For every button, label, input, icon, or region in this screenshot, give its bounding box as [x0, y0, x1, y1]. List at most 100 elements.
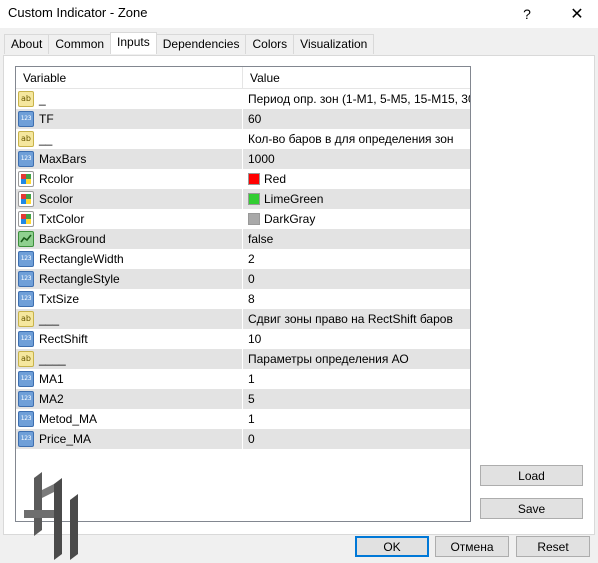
value-cell[interactable]: Сдвиг зоны право на RectShift баров: [243, 309, 470, 329]
table-row[interactable]: Rcolor Red: [16, 169, 470, 189]
variable-name: MA1: [39, 372, 64, 386]
variable-name: RectangleWidth: [39, 252, 124, 266]
tab-dependencies[interactable]: Dependencies: [155, 34, 247, 54]
watermark-logo-icon: [24, 472, 78, 560]
reset-button[interactable]: Reset: [516, 536, 590, 557]
variable-cell: 123 TxtSize: [16, 289, 243, 309]
tab-common[interactable]: Common: [48, 34, 112, 54]
cancel-button[interactable]: Отмена: [435, 536, 509, 557]
table-row[interactable]: 123 RectangleWidth 2: [16, 249, 470, 269]
value-cell[interactable]: 8: [243, 289, 470, 309]
grid-rows: ab _ Период опр. зон (1-M1, 5-M5, 15-M15, …: [16, 89, 470, 449]
value-cell[interactable]: Кол-во баров в для определения зон: [243, 129, 470, 149]
table-row[interactable]: ab __ Кол-во баров в для определения зон: [16, 129, 470, 149]
inputs-grid[interactable]: Variable Value ab _ Период опр. зон (1-M1,…: [15, 66, 471, 522]
value-cell[interactable]: DarkGray: [243, 209, 470, 229]
variable-cell: 123 MA1: [16, 369, 243, 389]
variable-cell: ab ___: [16, 309, 243, 329]
help-button[interactable]: ?: [513, 0, 541, 28]
value-cell[interactable]: Red: [243, 169, 470, 189]
integer-type-icon: 123: [18, 151, 34, 167]
variable-value: 1: [248, 412, 255, 426]
variable-cell: ab _: [16, 89, 243, 109]
value-cell[interactable]: 0: [243, 429, 470, 449]
load-button[interactable]: Load: [480, 465, 583, 486]
value-cell[interactable]: Период опр. зон (1-M1, 5-M5, 15-M15, 30-…: [243, 89, 470, 109]
variable-name: RectShift: [39, 332, 88, 346]
save-button[interactable]: Save: [480, 498, 583, 519]
table-row[interactable]: ab ___ Сдвиг зоны право на RectShift баров: [16, 309, 470, 329]
variable-cell: ab __: [16, 129, 243, 149]
value-cell[interactable]: false: [243, 229, 470, 249]
tab-colors[interactable]: Colors: [245, 34, 295, 54]
value-cell[interactable]: 10: [243, 329, 470, 349]
table-row[interactable]: 123 TxtSize 8: [16, 289, 470, 309]
color-swatch: [248, 213, 260, 225]
table-row[interactable]: 123 Metod_MA 1: [16, 409, 470, 429]
variable-name: Metod_MA: [39, 412, 98, 426]
value-cell[interactable]: 2: [243, 249, 470, 269]
table-row[interactable]: TxtColor DarkGray: [16, 209, 470, 229]
integer-type-icon: 123: [18, 291, 34, 307]
variable-value: Red: [264, 172, 287, 186]
variable-name: Rcolor: [39, 172, 74, 186]
boolean-type-icon: [18, 231, 34, 247]
table-row[interactable]: ab ____ Параметры определения АО: [16, 349, 470, 369]
integer-type-icon: 123: [18, 111, 34, 127]
value-cell[interactable]: Параметры определения АО: [243, 349, 470, 369]
table-row[interactable]: 123 RectangleStyle 0: [16, 269, 470, 289]
table-row[interactable]: 123 MA2 5: [16, 389, 470, 409]
color-swatch: [248, 193, 260, 205]
value-cell[interactable]: 5: [243, 389, 470, 409]
variable-cell: 123 Metod_MA: [16, 409, 243, 429]
table-row[interactable]: ab _ Период опр. зон (1-M1, 5-M5, 15-M15, …: [16, 89, 470, 109]
variable-value: 1000: [248, 152, 275, 166]
tab-inputs[interactable]: Inputs: [110, 32, 157, 54]
variable-name: MA2: [39, 392, 64, 406]
variable-name: RectangleStyle: [39, 272, 120, 286]
table-row[interactable]: 123 Price_MA 0: [16, 429, 470, 449]
table-row[interactable]: 123 TF 60: [16, 109, 470, 129]
variable-cell: 123 RectangleWidth: [16, 249, 243, 269]
value-cell[interactable]: 1: [243, 409, 470, 429]
value-cell[interactable]: 60: [243, 109, 470, 129]
variable-name: Price_MA: [39, 432, 92, 446]
table-row[interactable]: Scolor LimeGreen: [16, 189, 470, 209]
integer-type-icon: 123: [18, 391, 34, 407]
variable-value: 0: [248, 432, 255, 446]
variable-name: TxtColor: [39, 212, 85, 226]
value-cell[interactable]: LimeGreen: [243, 189, 470, 209]
variable-cell: Scolor: [16, 189, 243, 209]
window-title: Custom Indicator - Zone: [8, 5, 148, 20]
string-type-icon: ab: [18, 311, 34, 327]
variable-cell: BackGround: [16, 229, 243, 249]
table-row[interactable]: 123 RectShift 10: [16, 329, 470, 349]
variable-value: Кол-во баров в для определения зон: [248, 132, 454, 146]
variable-value: DarkGray: [264, 212, 316, 226]
variable-name: TxtSize: [39, 292, 80, 306]
grid-header: Variable Value: [16, 67, 470, 89]
column-header-value[interactable]: Value: [243, 67, 470, 88]
variable-name: BackGround: [39, 232, 106, 246]
variable-cell: 123 TF: [16, 109, 243, 129]
tab-strip: About Common Inputs Dependencies Colors Visua…: [4, 32, 375, 54]
tab-visualization[interactable]: Visualization: [293, 34, 375, 54]
value-cell[interactable]: 1000: [243, 149, 470, 169]
value-cell[interactable]: 0: [243, 269, 470, 289]
color-swatch: [248, 173, 260, 185]
close-button[interactable]: ✕: [560, 0, 594, 28]
variable-name: MaxBars: [39, 152, 87, 166]
tab-about[interactable]: About: [4, 34, 50, 54]
table-row[interactable]: 123 MaxBars 1000: [16, 149, 470, 169]
ok-button[interactable]: OK: [355, 536, 429, 557]
column-header-variable[interactable]: Variable: [16, 67, 243, 88]
variable-cell: 123 Price_MA: [16, 429, 243, 449]
value-cell[interactable]: 1: [243, 369, 470, 389]
integer-type-icon: 123: [18, 251, 34, 267]
string-type-icon: ab: [18, 131, 34, 147]
variable-name: ____: [39, 352, 66, 366]
variable-value: Сдвиг зоны право на RectShift баров: [248, 312, 453, 326]
string-type-icon: ab: [18, 91, 34, 107]
table-row[interactable]: BackGround false: [16, 229, 470, 249]
table-row[interactable]: 123 MA1 1: [16, 369, 470, 389]
